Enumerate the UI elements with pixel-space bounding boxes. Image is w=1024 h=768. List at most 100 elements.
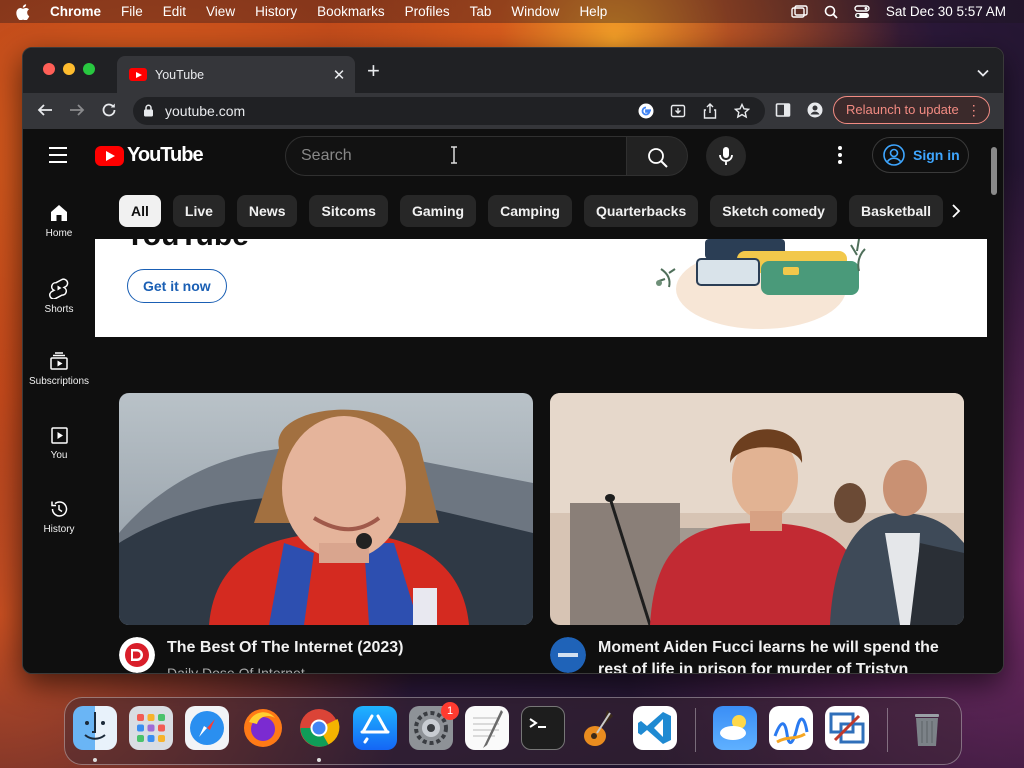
page-scrollbar[interactable] — [991, 147, 997, 195]
chip-sketch-comedy[interactable]: Sketch comedy — [710, 195, 837, 227]
screen-mirroring-icon[interactable] — [791, 4, 808, 19]
sign-in-button[interactable]: Sign in — [872, 137, 969, 173]
chip-gaming[interactable]: Gaming — [399, 195, 477, 227]
sidebar-item-label: History — [43, 524, 75, 535]
chip-news[interactable]: News — [236, 195, 298, 227]
sidebar-item-home[interactable]: Home — [23, 203, 95, 239]
url-text[interactable]: youtube.com — [165, 103, 245, 119]
apple-icon[interactable] — [16, 3, 36, 20]
tab-strip: YouTube ✕ + — [23, 48, 1003, 93]
launchpad-icon[interactable] — [129, 706, 173, 750]
share-icon[interactable] — [703, 103, 717, 124]
menu-tab[interactable]: Tab — [470, 4, 492, 19]
microphone-icon — [719, 147, 733, 165]
voice-search-button[interactable] — [706, 136, 746, 176]
search-button[interactable] — [626, 136, 688, 176]
sidebar-item-label: Home — [45, 228, 73, 239]
spotlight-search-icon[interactable] — [824, 5, 838, 19]
dock-separator — [887, 708, 888, 752]
app-store-icon[interactable] — [353, 706, 397, 750]
sidebar-item-history[interactable]: History — [23, 499, 95, 535]
hamburger-menu-icon[interactable] — [49, 147, 67, 168]
tab-search-chevron-icon[interactable] — [977, 64, 989, 82]
chip-sitcoms[interactable]: Sitcoms — [309, 195, 388, 227]
finder-icon[interactable] — [73, 706, 117, 750]
garageband-icon[interactable] — [577, 706, 621, 750]
google-lens-icon[interactable] — [638, 103, 654, 124]
menu-view[interactable]: View — [206, 4, 235, 19]
weather-icon[interactable] — [713, 706, 757, 750]
tab-close-icon[interactable]: ✕ — [329, 66, 349, 84]
search-placeholder: Search — [301, 147, 352, 164]
video-title[interactable]: Moment Aiden Fucci learns he will spend … — [598, 637, 958, 673]
channel-avatar[interactable] — [119, 637, 155, 673]
remote-desktop-icon[interactable] — [825, 706, 869, 750]
terminal-icon[interactable] — [521, 706, 565, 750]
window-minimize-button[interactable] — [63, 63, 75, 75]
text-cursor-icon — [449, 146, 459, 169]
menu-edit[interactable]: Edit — [163, 4, 186, 19]
back-arrow-icon[interactable] — [37, 102, 53, 123]
notification-badge: 1 — [441, 702, 459, 720]
window-close-button[interactable] — [43, 63, 55, 75]
address-bar[interactable]: youtube.com — [133, 97, 765, 125]
promo-banner: YouTube Get it now — [95, 239, 987, 337]
chip-basketball[interactable]: Basketball — [848, 195, 944, 227]
menu-app-name[interactable]: Chrome — [50, 4, 101, 19]
relaunch-label: Relaunch to update — [846, 102, 959, 117]
install-app-icon[interactable] — [670, 103, 686, 124]
more-vertical-icon[interactable]: ⋮ — [967, 97, 981, 123]
sidebar-item-shorts[interactable]: Shorts — [23, 277, 95, 315]
vscode-icon[interactable] — [633, 706, 677, 750]
menu-bookmarks[interactable]: Bookmarks — [317, 4, 385, 19]
video-card[interactable]: The Best Of The Internet (2023) Daily Do… — [119, 393, 533, 673]
youtube-wordmark: YouTube — [127, 144, 204, 166]
chip-live[interactable]: Live — [172, 195, 225, 227]
chrome-window: YouTube ✕ + youtube.com Relaunch to upda… — [22, 47, 1004, 674]
trash-icon[interactable] — [905, 706, 949, 750]
tab-youtube[interactable]: YouTube ✕ — [117, 56, 355, 93]
youtube-header: YouTube Search Sign in — [23, 129, 989, 183]
chip-quarterbacks[interactable]: Quarterbacks — [583, 195, 699, 227]
menu-help[interactable]: Help — [579, 4, 607, 19]
menu-history[interactable]: History — [255, 4, 297, 19]
video-thumbnail[interactable] — [550, 393, 964, 625]
video-card[interactable]: Moment Aiden Fucci learns he will spend … — [550, 393, 964, 673]
get-it-now-button[interactable]: Get it now — [127, 269, 227, 303]
menu-window[interactable]: Window — [511, 4, 559, 19]
search-input[interactable]: Search — [285, 136, 627, 176]
chip-camping[interactable]: Camping — [488, 195, 572, 227]
safari-icon[interactable] — [185, 706, 229, 750]
chrome-icon[interactable] — [297, 706, 341, 750]
forward-arrow-icon[interactable] — [69, 102, 85, 123]
firefox-icon[interactable] — [241, 706, 285, 750]
control-center-icon[interactable] — [854, 4, 870, 19]
sidebar-item-you[interactable]: You — [23, 425, 95, 461]
shorts-icon — [49, 278, 69, 299]
filter-chips: All Live News Sitcoms Gaming Camping Qua… — [119, 195, 944, 227]
menu-file[interactable]: File — [121, 4, 143, 19]
video-title[interactable]: The Best Of The Internet (2023) — [167, 637, 527, 659]
menu-profiles[interactable]: Profiles — [405, 4, 450, 19]
relaunch-to-update-button[interactable]: Relaunch to update ⋮ — [833, 96, 990, 124]
freeform-icon[interactable] — [769, 706, 813, 750]
window-zoom-button[interactable] — [83, 63, 95, 75]
new-tab-button[interactable]: + — [367, 60, 380, 82]
side-panel-icon[interactable] — [775, 102, 791, 123]
menu-datetime[interactable]: Sat Dec 30 5:57 AM — [886, 4, 1006, 19]
chips-next-chevron-icon[interactable] — [951, 203, 961, 224]
channel-name[interactable]: Daily Dose Of Internet — [167, 665, 305, 673]
profile-icon[interactable] — [807, 102, 823, 123]
textedit-icon[interactable] — [465, 706, 509, 750]
reload-icon[interactable] — [101, 102, 117, 123]
sidebar-item-subscriptions[interactable]: Subscriptions — [23, 351, 95, 387]
menu-bar: Chrome File Edit View History Bookmarks … — [0, 0, 1024, 23]
youtube-logo[interactable]: YouTube — [95, 144, 204, 167]
youtube-play-icon — [95, 145, 124, 166]
chip-all[interactable]: All — [119, 195, 161, 227]
video-thumbnail[interactable] — [119, 393, 533, 625]
settings-kebab-icon[interactable] — [838, 146, 842, 169]
channel-avatar[interactable] — [550, 637, 586, 673]
lock-icon[interactable] — [143, 104, 154, 122]
bookmark-star-icon[interactable] — [733, 102, 751, 124]
